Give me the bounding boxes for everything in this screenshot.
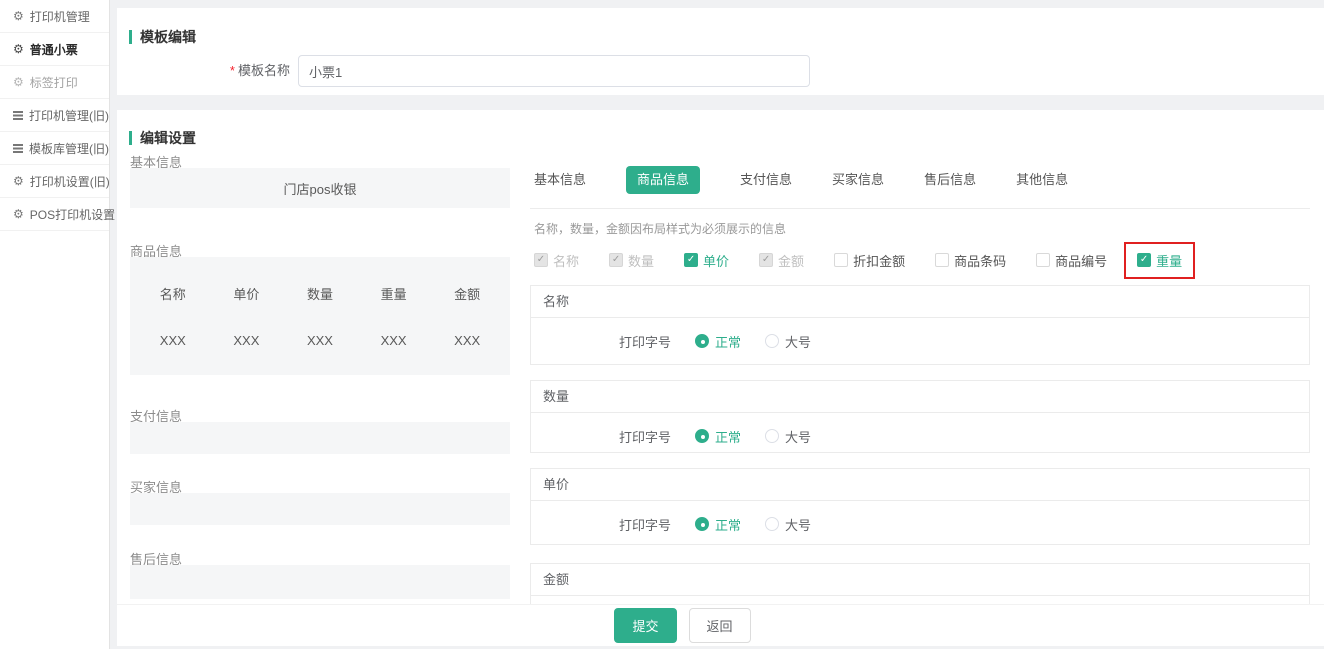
field-group-unit-price: 单价 打印字号 正常 大号: [530, 468, 1310, 545]
checkbox-weight[interactable]: ✓ 重量: [1137, 251, 1182, 270]
checkbox-discount-amount[interactable]: 折扣金额: [834, 251, 905, 270]
preview-basic-box: 门店pos收银: [130, 168, 510, 208]
required-asterisk: *: [230, 63, 235, 78]
print-font-label: 打印字号: [619, 427, 671, 446]
radio-normal[interactable]: 正常: [695, 427, 741, 446]
sidebar-item-label: 打印机设置(旧): [30, 173, 110, 190]
field-group-body: 打印字号 正常 大号: [531, 413, 1309, 459]
radio-icon: [765, 517, 779, 531]
edit-settings-card: 编辑设置 基本信息 门店pos收银 商品信息 名称 单价 数量 重量: [117, 110, 1324, 646]
print-font-label: 打印字号: [619, 332, 671, 351]
submit-button[interactable]: 提交: [614, 608, 676, 643]
field-group-header: 单价: [531, 469, 1309, 501]
footer-action-bar: 提交 返回: [117, 604, 1324, 646]
tab-aftersale-info[interactable]: 售后信息: [924, 166, 976, 194]
field-group-header: 金额: [531, 564, 1309, 596]
sidebar-item-label: 打印机管理: [30, 8, 90, 25]
checkbox-icon: [1036, 253, 1050, 267]
sidebar-item-label: 打印机管理(旧): [29, 107, 109, 124]
config-panel: 基本信息 商品信息 支付信息 买家信息 售后信息 其他信息 名称，数量，金额因布…: [530, 158, 1310, 646]
sidebar-item-label: POS打印机设置: [30, 206, 115, 223]
checkbox-amount: ✓ 金额: [759, 251, 804, 270]
list-icon: [13, 110, 23, 120]
preview-pay-box: [130, 422, 510, 454]
checkbox-icon: ✓: [609, 253, 623, 267]
page: ⚙ 打印机管理 ⚙ 普通小票 ⚙ 标签打印 打印机管理(旧) 模板库管理(旧) …: [0, 0, 1324, 649]
tab-goods-info[interactable]: 商品信息: [626, 166, 700, 194]
preview-aftersale-box: [130, 565, 510, 599]
goods-table-data-row: XXX XXX XXX XXX XXX: [136, 333, 504, 348]
sidebar: ⚙ 打印机管理 ⚙ 普通小票 ⚙ 标签打印 打印机管理(旧) 模板库管理(旧) …: [0, 0, 110, 649]
radio-normal[interactable]: 正常: [695, 332, 741, 351]
cogs-icon: ⚙: [13, 43, 24, 55]
checkbox-icon: [834, 253, 848, 267]
info-tabs: 基本信息 商品信息 支付信息 买家信息 售后信息 其他信息: [534, 166, 1068, 194]
cogs-icon: ⚙: [13, 10, 24, 22]
template-name-label: *模板名称: [117, 55, 290, 87]
list-icon: [13, 143, 23, 153]
sidebar-item-printer-management[interactable]: ⚙ 打印机管理: [0, 0, 109, 33]
field-group-body: 打印字号 正常 大号: [531, 501, 1309, 547]
checkbox-unit-price[interactable]: ✓ 单价: [684, 251, 729, 270]
template-edit-card: 模板编辑 *模板名称: [117, 8, 1324, 95]
receipt-preview: 基本信息 门店pos收银 商品信息 名称 单价 数量 重量 金额: [130, 110, 510, 646]
required-fields-note: 名称，数量，金额因布局样式为必须展示的信息: [534, 220, 786, 237]
checkbox-icon: [935, 253, 949, 267]
field-group-body: 打印字号 正常 大号: [531, 318, 1309, 364]
print-font-label: 打印字号: [619, 515, 671, 534]
cogs-icon: ⚙: [13, 208, 24, 220]
radio-large[interactable]: 大号: [765, 427, 811, 446]
sidebar-item-template-lib-old[interactable]: 模板库管理(旧): [0, 132, 109, 165]
preview-goods-box: 名称 单价 数量 重量 金额 XXX XXX XXX XXX XXX: [130, 257, 510, 375]
cogs-icon: ⚙: [13, 175, 24, 187]
template-edit-title-text: 模板编辑: [140, 27, 196, 47]
checkbox-icon: ✓: [1137, 253, 1151, 267]
tab-buyer-info[interactable]: 买家信息: [832, 166, 884, 194]
checkbox-icon: ✓: [534, 253, 548, 267]
field-checkbox-row: ✓ 名称 ✓ 数量 ✓ 单价 ✓ 金额: [534, 246, 1310, 274]
sidebar-item-pos-printer-settings[interactable]: ⚙ POS打印机设置: [0, 198, 109, 231]
checkbox-name: ✓ 名称: [534, 251, 579, 270]
checkbox-goods-number[interactable]: 商品编号: [1036, 251, 1107, 270]
main-content: 模板编辑 *模板名称 编辑设置 基本信息 门店pos收银 商品信息: [117, 0, 1324, 649]
field-group-header: 名称: [531, 286, 1309, 318]
sidebar-item-label: 普通小票: [30, 41, 78, 58]
preview-basic-text: 门店pos收银: [130, 168, 510, 208]
radio-icon: [695, 517, 709, 531]
radio-large[interactable]: 大号: [765, 332, 811, 351]
radio-icon: [695, 334, 709, 348]
tab-basic-info[interactable]: 基本信息: [534, 166, 586, 194]
sidebar-item-printer-settings-old[interactable]: ⚙ 打印机设置(旧): [0, 165, 109, 198]
radio-icon: [765, 334, 779, 348]
cogs-icon: ⚙: [13, 76, 24, 88]
sidebar-item-normal-receipt[interactable]: ⚙ 普通小票: [0, 33, 109, 66]
sidebar-item-label-print[interactable]: ⚙ 标签打印: [0, 66, 109, 99]
checkbox-goods-barcode[interactable]: 商品条码: [935, 251, 1006, 270]
back-button[interactable]: 返回: [689, 608, 751, 643]
preview-buyer-box: [130, 493, 510, 525]
sidebar-item-label: 标签打印: [30, 74, 78, 91]
title-accent-bar: [129, 30, 132, 44]
checkbox-icon: ✓: [684, 253, 698, 267]
goods-table-header-row: 名称 单价 数量 重量 金额: [136, 284, 504, 303]
field-group-quantity: 数量 打印字号 正常 大号: [530, 380, 1310, 453]
template-edit-title: 模板编辑: [129, 27, 196, 47]
weight-highlight-box: ✓ 重量: [1124, 242, 1195, 279]
tab-other-info[interactable]: 其他信息: [1016, 166, 1068, 194]
tabs-divider: [530, 208, 1310, 209]
radio-large[interactable]: 大号: [765, 515, 811, 534]
checkbox-quantity: ✓ 数量: [609, 251, 654, 270]
radio-normal[interactable]: 正常: [695, 515, 741, 534]
sidebar-item-label: 模板库管理(旧): [29, 140, 109, 157]
tab-pay-info[interactable]: 支付信息: [740, 166, 792, 194]
preview-goods-table: 名称 单价 数量 重量 金额 XXX XXX XXX XXX XXX: [130, 257, 510, 375]
radio-icon: [695, 429, 709, 443]
radio-icon: [765, 429, 779, 443]
field-group-header: 数量: [531, 381, 1309, 413]
field-group-name: 名称 打印字号 正常 大号: [530, 285, 1310, 365]
template-name-input[interactable]: [298, 55, 810, 87]
template-name-row: *模板名称: [117, 55, 1324, 87]
sidebar-item-printer-management-old[interactable]: 打印机管理(旧): [0, 99, 109, 132]
checkbox-icon: ✓: [759, 253, 773, 267]
